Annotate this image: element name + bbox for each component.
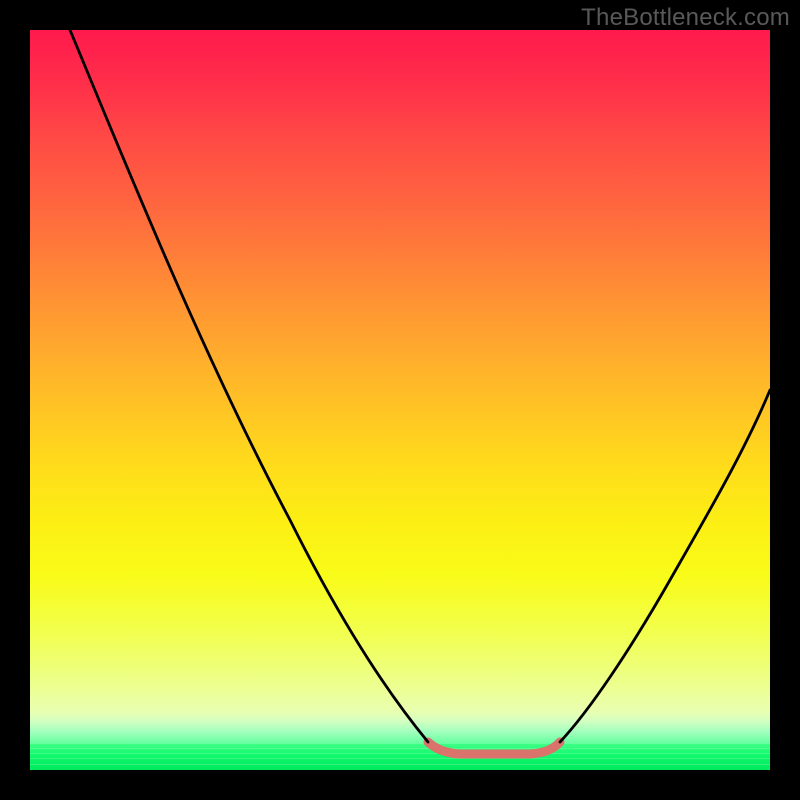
chart-frame: TheBottleneck.com: [0, 0, 800, 800]
plot-area: [30, 30, 770, 770]
highlight-lobe: [428, 742, 560, 754]
curve-layer: [30, 30, 770, 770]
curve-left-arm: [70, 30, 428, 742]
watermark-text: TheBottleneck.com: [581, 4, 790, 32]
curve-right-arm: [560, 390, 770, 742]
